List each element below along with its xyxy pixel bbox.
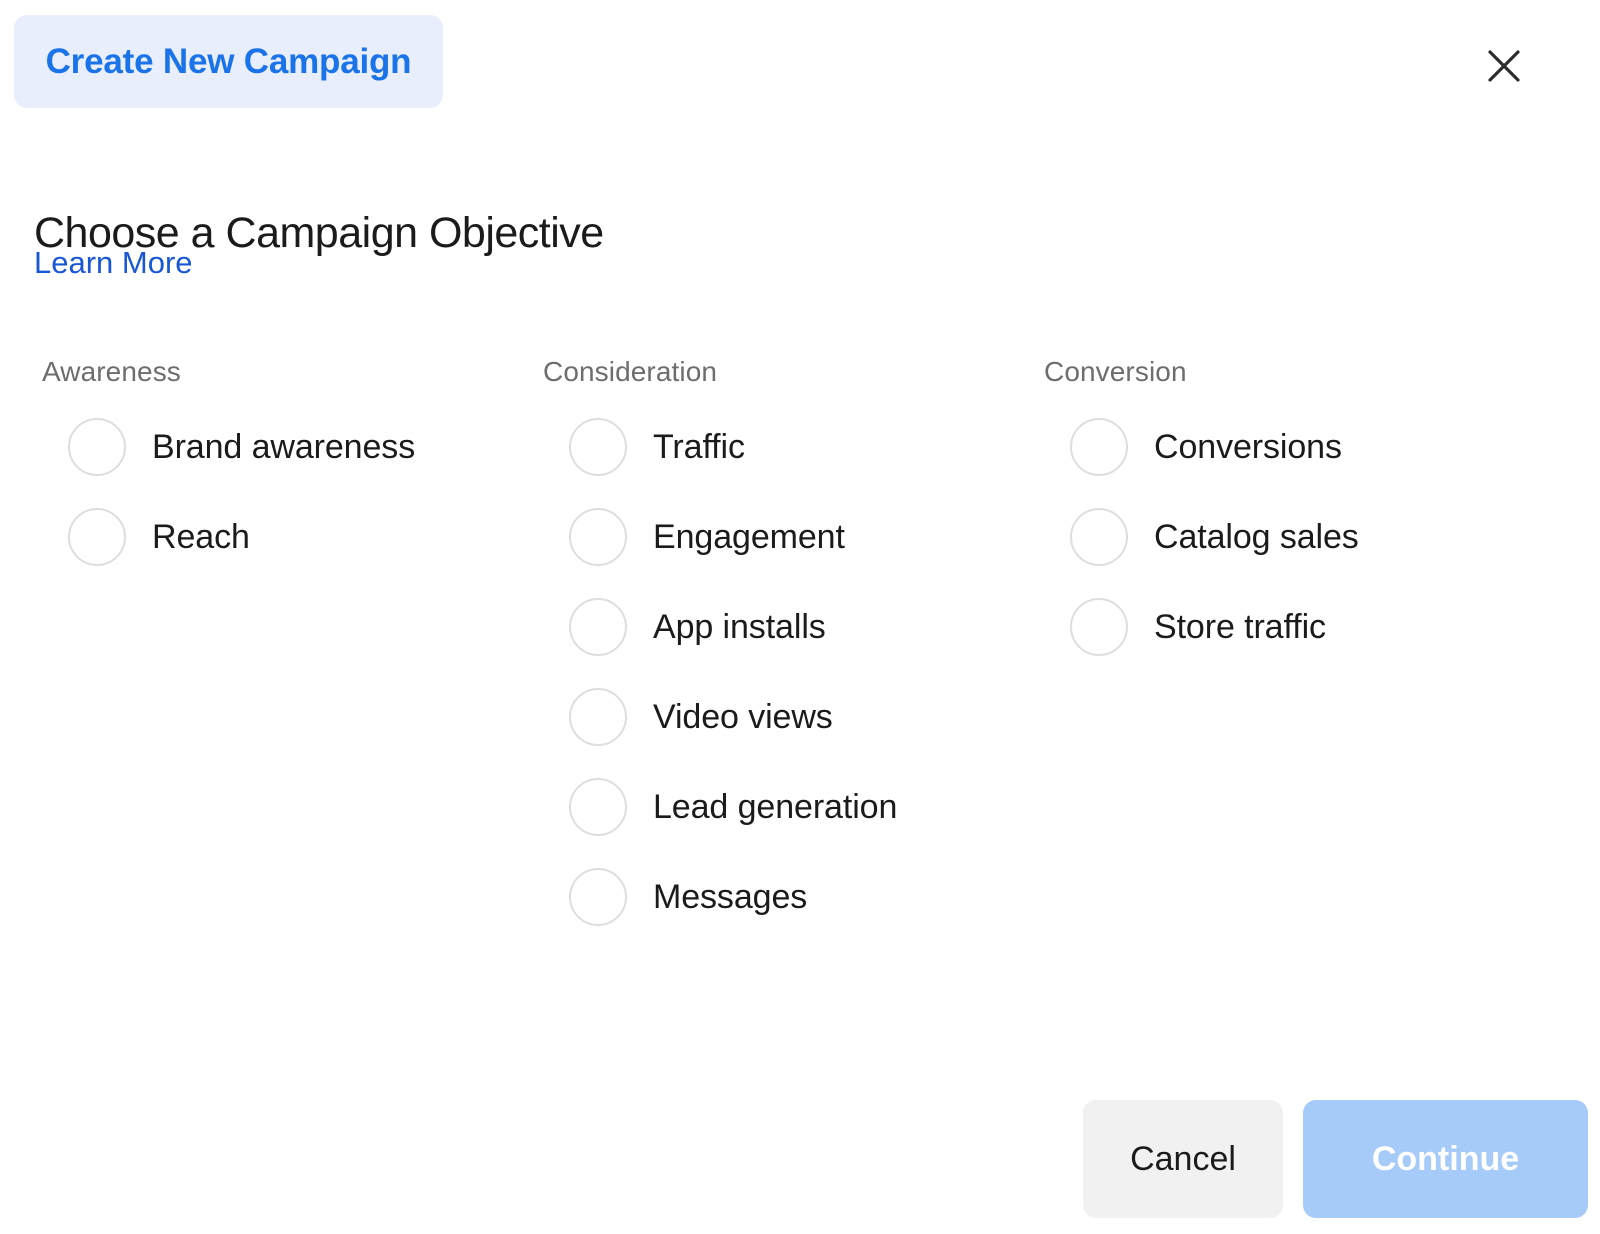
option-engagement[interactable]: Engagement <box>543 506 1003 568</box>
radio-lead-generation[interactable] <box>569 778 627 836</box>
option-app-installs[interactable]: App installs <box>543 596 1003 658</box>
option-label-catalog-sales: Catalog sales <box>1154 517 1359 556</box>
cancel-button[interactable]: Cancel <box>1083 1100 1283 1218</box>
radio-reach[interactable] <box>68 508 126 566</box>
option-label-brand-awareness: Brand awareness <box>152 427 416 466</box>
column-header-consideration: Consideration <box>543 356 718 387</box>
radio-messages[interactable] <box>569 868 627 926</box>
option-label-store-traffic: Store traffic <box>1154 607 1326 646</box>
option-label-reach: Reach <box>152 517 250 556</box>
column-header-conversion: Conversion <box>1044 356 1187 387</box>
option-label-traffic: Traffic <box>653 427 745 466</box>
option-video-views[interactable]: Video views <box>543 686 1003 748</box>
radio-catalog-sales[interactable] <box>1070 508 1128 566</box>
option-label-app-installs: App installs <box>653 607 826 646</box>
radio-app-installs[interactable] <box>569 598 627 656</box>
option-brand-awareness[interactable]: Brand awareness <box>42 416 502 478</box>
option-store-traffic[interactable]: Store traffic <box>1044 596 1504 658</box>
radio-brand-awareness[interactable] <box>68 418 126 476</box>
option-label-messages: Messages <box>653 877 808 916</box>
option-label-engagement: Engagement <box>653 517 845 556</box>
close-button[interactable] <box>1480 42 1528 90</box>
column-header-awareness: Awareness <box>42 356 181 387</box>
option-lead-generation[interactable]: Lead generation <box>543 776 1003 838</box>
objective-column-consideration: Consideration Traffic Engagement App ins… <box>543 356 1003 928</box>
option-reach[interactable]: Reach <box>42 506 502 568</box>
objective-column-awareness: Awareness Brand awareness Reach <box>42 356 502 568</box>
radio-traffic[interactable] <box>569 418 627 476</box>
option-label-lead-generation: Lead generation <box>653 787 898 826</box>
option-traffic[interactable]: Traffic <box>543 416 1003 478</box>
radio-video-views[interactable] <box>569 688 627 746</box>
continue-button[interactable]: Continue <box>1303 1100 1588 1218</box>
objective-column-conversion: Conversion Conversions Catalog sales Sto… <box>1044 356 1504 658</box>
learn-more-link[interactable]: Learn More <box>34 245 193 281</box>
dialog-footer: Cancel Continue <box>0 1100 1600 1220</box>
option-label-video-views: Video views <box>653 697 833 736</box>
option-label-conversions: Conversions <box>1154 427 1342 466</box>
radio-engagement[interactable] <box>569 508 627 566</box>
option-messages[interactable]: Messages <box>543 866 1003 928</box>
radio-store-traffic[interactable] <box>1070 598 1128 656</box>
close-icon <box>1487 49 1521 83</box>
option-conversions[interactable]: Conversions <box>1044 416 1504 478</box>
create-new-campaign-label: Create New Campaign <box>45 41 412 81</box>
option-catalog-sales[interactable]: Catalog sales <box>1044 506 1504 568</box>
create-new-campaign-badge[interactable]: Create New Campaign <box>14 15 443 108</box>
radio-conversions[interactable] <box>1070 418 1128 476</box>
